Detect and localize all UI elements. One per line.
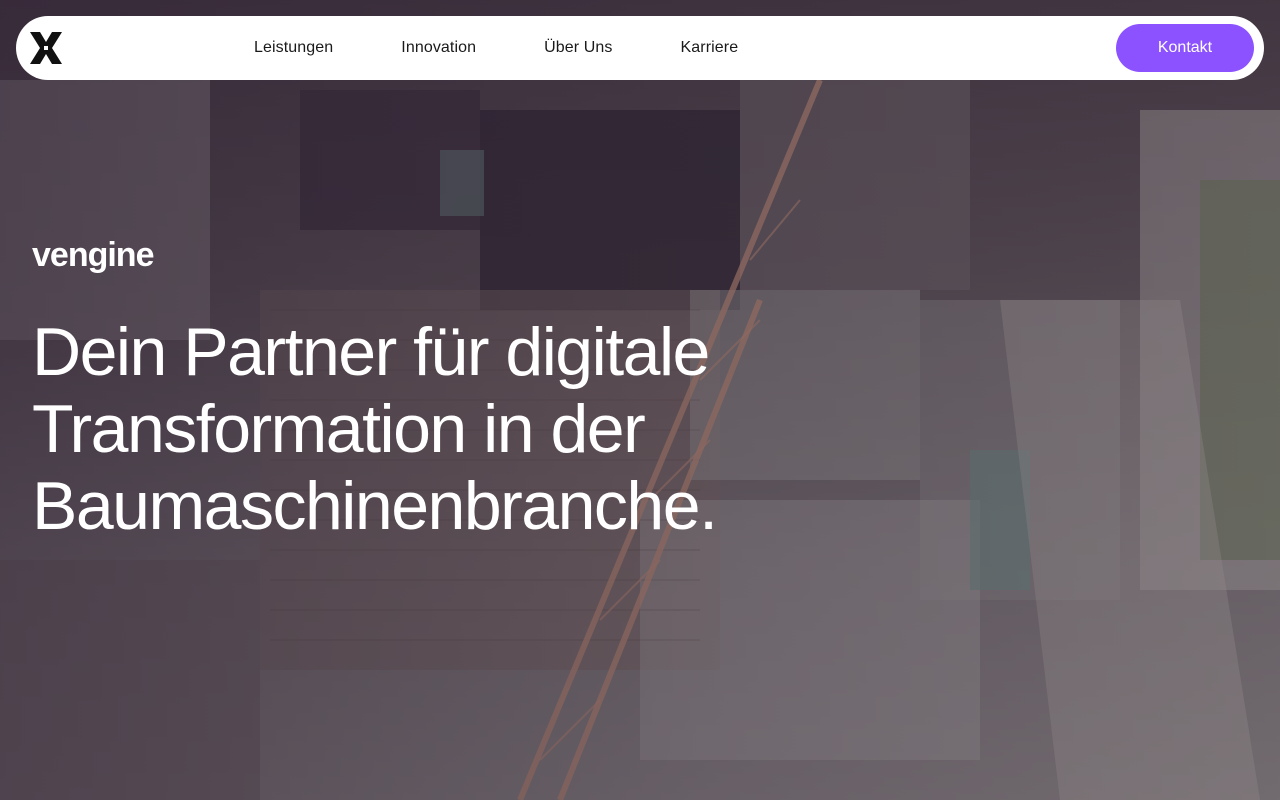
hero-headline: Dein Partner für digitale Transformation… bbox=[32, 314, 718, 544]
vengine-star-icon[interactable] bbox=[28, 30, 64, 66]
logo-star-glyph bbox=[30, 32, 62, 64]
main-navbar: Leistungen Innovation Über Uns Karriere … bbox=[16, 16, 1264, 80]
brand-wordmark: vengine bbox=[32, 236, 154, 274]
nav-links: Leistungen Innovation Über Uns Karriere bbox=[254, 16, 738, 80]
nav-link-innovation[interactable]: Innovation bbox=[401, 39, 476, 57]
nav-link-leistungen[interactable]: Leistungen bbox=[254, 39, 333, 57]
kontakt-button[interactable]: Kontakt bbox=[1116, 24, 1254, 72]
nav-link-karriere[interactable]: Karriere bbox=[681, 39, 739, 57]
nav-link-ueber-uns[interactable]: Über Uns bbox=[544, 39, 612, 57]
